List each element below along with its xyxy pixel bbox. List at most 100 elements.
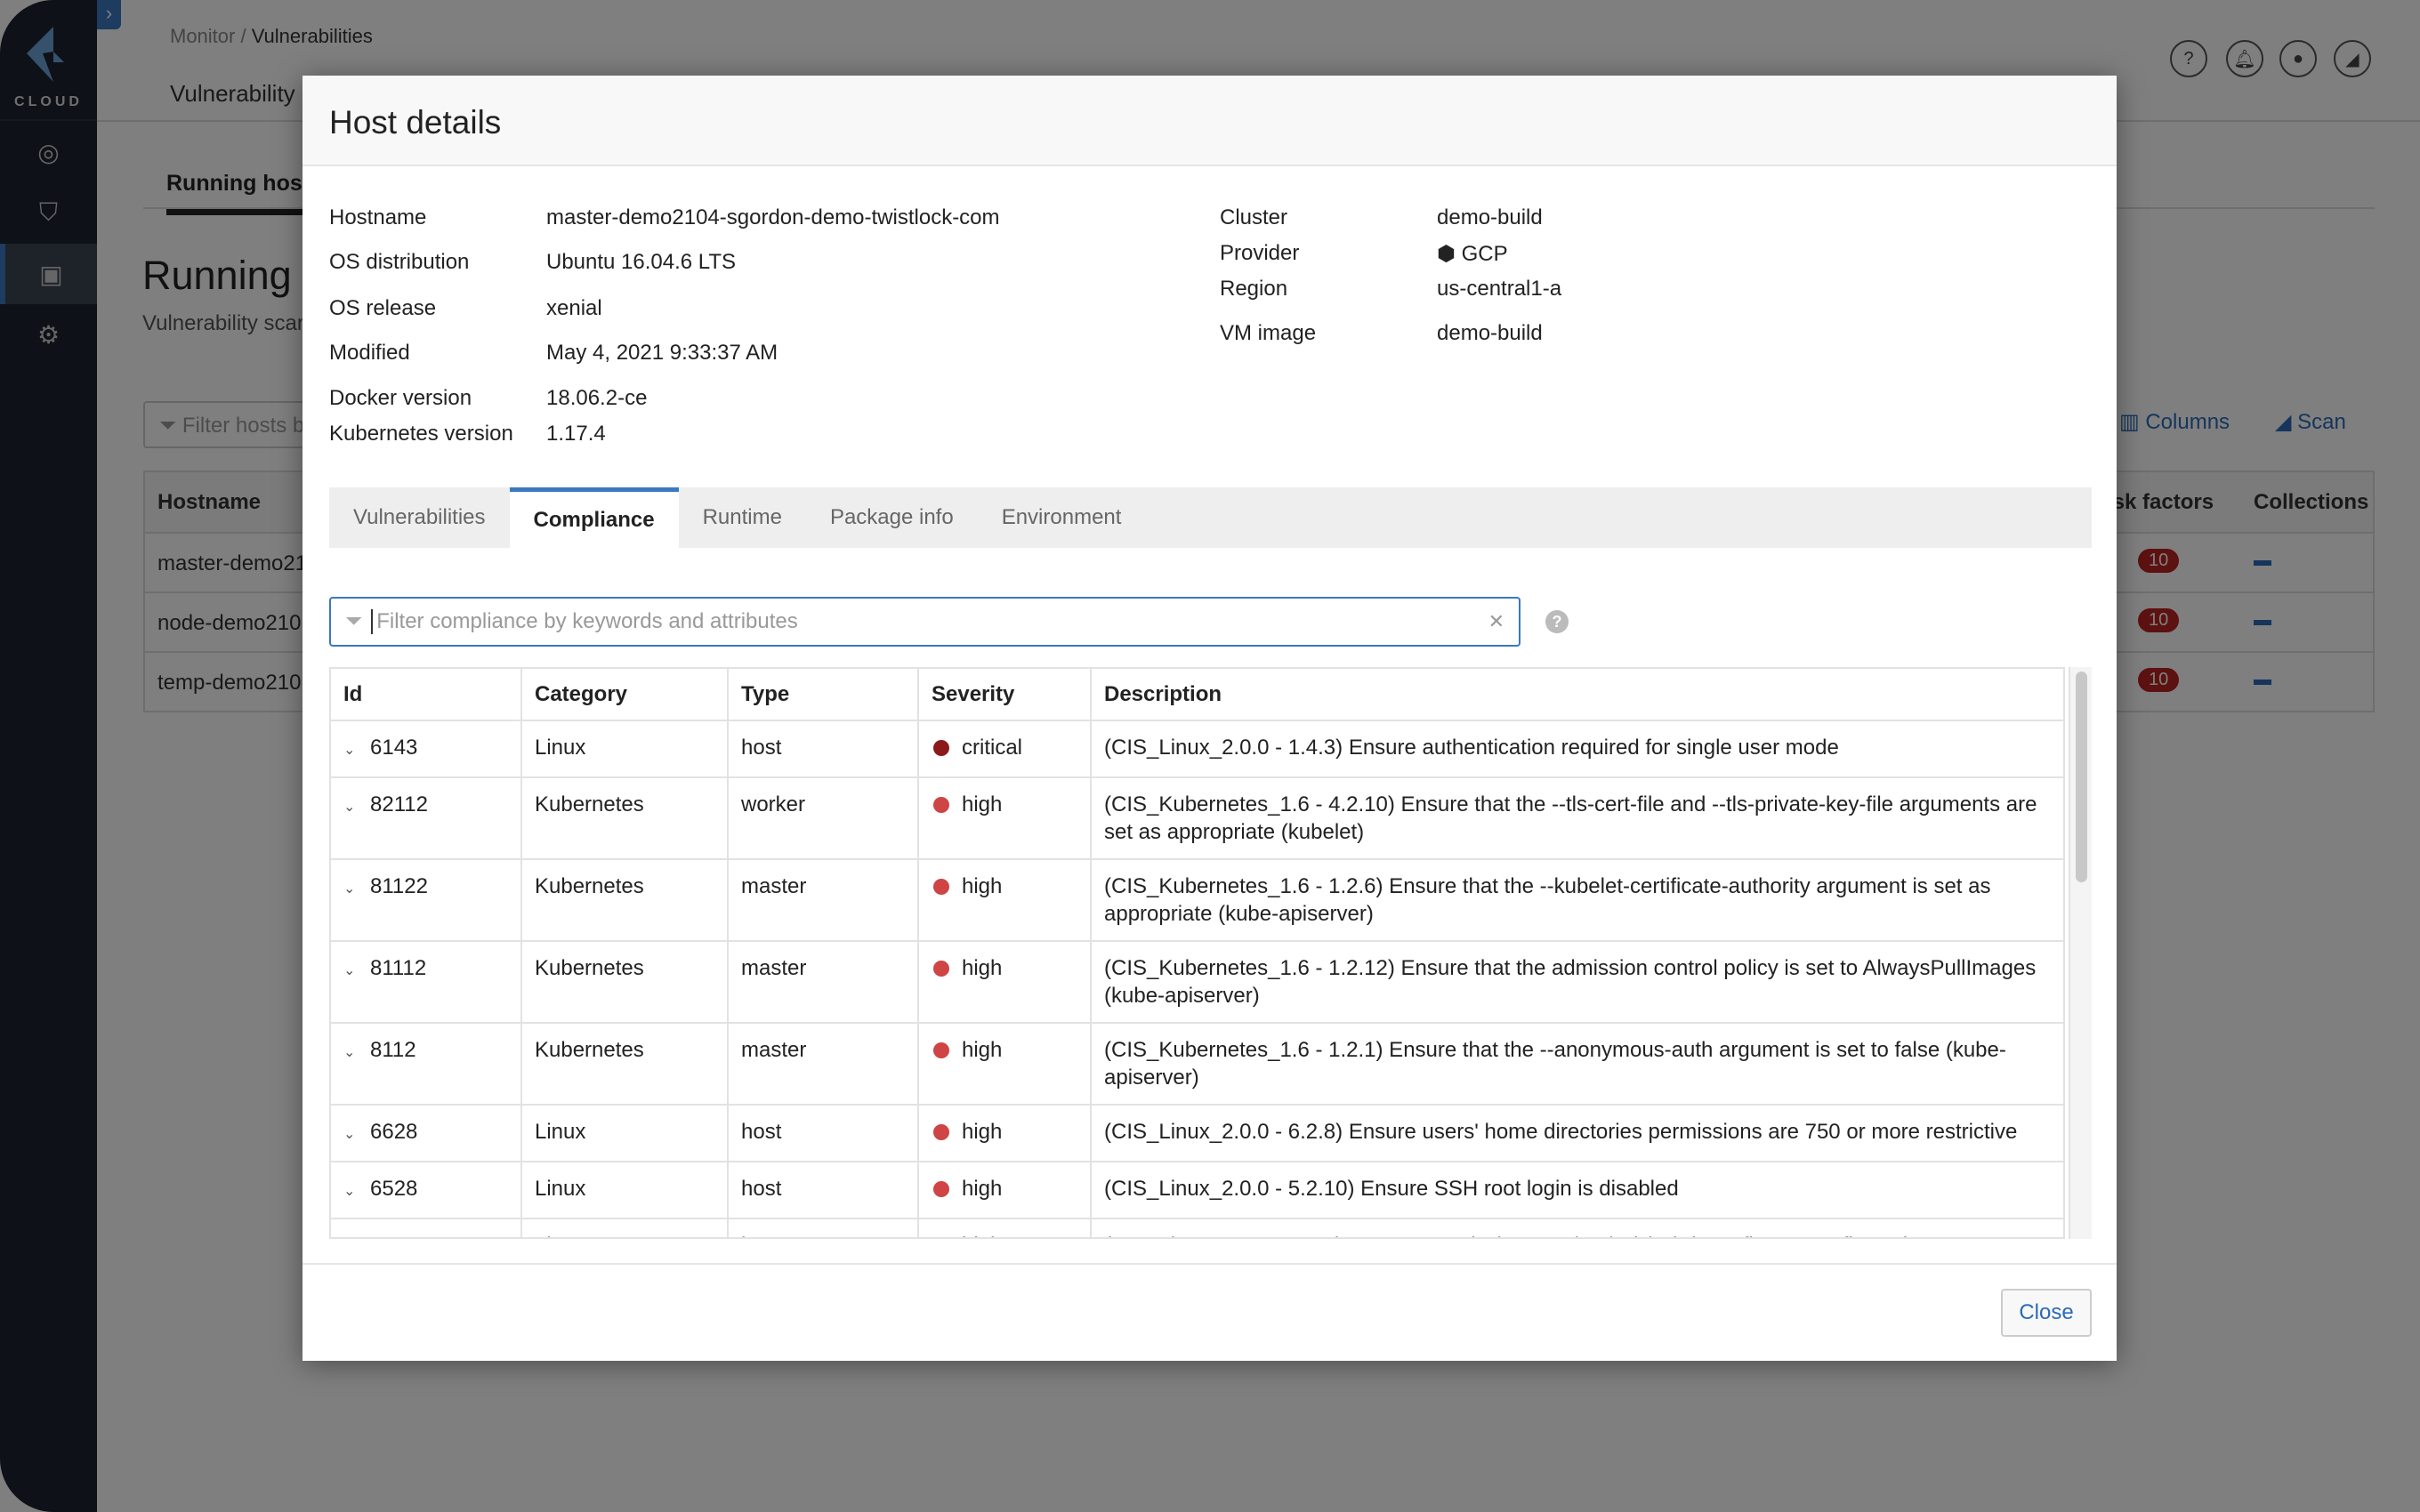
gcp-icon: ⬢ (1437, 242, 1462, 266)
detail-label: Hostname (329, 205, 427, 229)
detail-value: us-central1-a (1437, 277, 1561, 302)
id-cell: ⌄ 8112 (331, 1024, 522, 1104)
table-row[interactable]: ⌄ 6628 Linux host high (CIS_Linux_2.0.0 - 6.2… (331, 1106, 2063, 1162)
col-description[interactable]: Description (1092, 669, 2063, 720)
category-cell: Kubernetes (522, 1024, 729, 1104)
severity-label: high (962, 1234, 1002, 1237)
close-button[interactable]: Close (2001, 1289, 2092, 1337)
type-cell: host (729, 1162, 919, 1218)
category-cell: Linux (522, 1219, 729, 1237)
detail-label: OS distribution (329, 250, 470, 274)
chevron-down-icon[interactable]: ⌄ (343, 1039, 370, 1066)
chevron-down-icon[interactable]: ⌄ (343, 1178, 370, 1205)
clear-icon[interactable]: ✕ (1488, 610, 1504, 633)
type-cell: master (729, 860, 919, 940)
detail-value-text: GCP (1461, 242, 1508, 266)
filter-icon: ⏷ (345, 609, 363, 633)
table-row[interactable]: ⌄ 8112 Kubernetes master high (CIS_Kubernetes… (331, 1024, 2063, 1106)
col-severity[interactable]: Severity (919, 669, 1092, 720)
compliance-search-input[interactable] (371, 609, 1488, 634)
table-row[interactable]: ⌄ 6143 Linux host critical (CIS_Linux_2.0.0 -… (331, 721, 2063, 778)
detail-label: Modified (329, 341, 410, 365)
detail-value: May 4, 2021 9:33:37 AM (546, 341, 778, 365)
compliance-search[interactable]: ⏷ ✕ (329, 597, 1521, 647)
detail-value-text: demo-build (1437, 205, 1543, 229)
rule-id: 81112 (370, 956, 427, 980)
severity-cell: high (919, 778, 1092, 858)
severity-cell: high (919, 1162, 1092, 1218)
type-cell: worker (729, 778, 919, 858)
category-cell: Kubernetes (522, 942, 729, 1022)
id-cell: ⌄ 6628 (331, 1106, 522, 1161)
severity-dot-icon (933, 1124, 949, 1140)
detail-value: 1.17.4 (546, 422, 606, 446)
rule-id: 6528 (370, 1177, 418, 1201)
type-cell: host (729, 721, 919, 776)
tab-compliance[interactable]: Compliance (509, 487, 679, 548)
rule-id: 6521 (370, 1234, 417, 1237)
detail-tabs: Vulnerabilities Compliance Runtime Package … (329, 487, 2092, 548)
id-cell: ⌄ 6143 (331, 721, 522, 776)
id-cell: ⌄ 81122 (331, 860, 522, 940)
table-header: Id Category Type Severity Description (331, 669, 2063, 721)
chevron-down-icon[interactable]: ⌄ (343, 1121, 370, 1148)
detail-value: demo-build (1437, 205, 1543, 230)
detail-label: Kubernetes version (329, 422, 513, 446)
description-cell: (CIS_Kubernetes_1.6 - 1.2.1) Ensure that… (1104, 1038, 2006, 1090)
table-row[interactable]: ⌄ 81112 Kubernetes master high (CIS_Kubernete… (331, 942, 2063, 1024)
modal-title: Host details (329, 104, 502, 141)
description-cell: (CIS_Linux_2.0.0 - 6.2.8) Ensure users' … (1104, 1120, 2018, 1144)
tab-vulnerabilities[interactable]: Vulnerabilities (329, 487, 510, 548)
severity-label: high (962, 956, 1003, 980)
severity-cell: high (919, 860, 1092, 940)
host-details-modal: Host details Hostname master-demo2104-sgo… (302, 76, 2117, 1361)
help-icon[interactable]: ? (1545, 610, 1569, 633)
severity-dot-icon (933, 1238, 949, 1239)
severity-dot-icon (933, 961, 949, 977)
chevron-down-icon[interactable]: ⌄ (343, 957, 370, 985)
detail-label: Cluster (1220, 205, 1288, 229)
tab-environment[interactable]: Environment (978, 487, 1146, 548)
severity-label: high (962, 1177, 1003, 1201)
detail-label: OS release (329, 296, 437, 320)
tab-runtime[interactable]: Runtime (679, 487, 806, 548)
description-cell: (CIS_Linux_2.0.0 - 5.2.10) Ensure SSH ro… (1104, 1177, 1679, 1201)
description-cell: (CIS_Kubernetes_1.6 - 4.2.10) Ensure tha… (1104, 792, 2037, 844)
table-row[interactable]: ⌄6521Linuxhosthigh(CIS_Linux_2.0.0 - 5.2… (331, 1219, 2063, 1239)
type-cell: master (729, 1024, 919, 1104)
chevron-down-icon[interactable]: ⌄ (343, 736, 370, 764)
type-cell: host (729, 1219, 919, 1237)
id-cell: ⌄ 81112 (331, 942, 522, 1022)
detail-value-text: us-central1-a (1437, 277, 1562, 301)
category-cell: Kubernetes (522, 778, 729, 858)
tab-package-info[interactable]: Package info (806, 487, 978, 548)
severity-cell: high (919, 1219, 1092, 1239)
col-category[interactable]: Category (522, 669, 729, 720)
severity-dot-icon (933, 797, 949, 813)
chevron-down-icon[interactable]: ⌄ (343, 1235, 370, 1237)
type-cell: master (729, 942, 919, 1022)
detail-label: Docker version (329, 386, 472, 410)
col-type[interactable]: Type (729, 669, 919, 720)
severity-label: critical (962, 736, 1023, 760)
table-row[interactable]: ⌄ 82112 Kubernetes worker high (CIS_Kubernete… (331, 778, 2063, 860)
severity-label: high (962, 792, 1003, 816)
detail-value: demo-build (1437, 321, 1543, 346)
table-row[interactable]: ⌄ 81122 Kubernetes master high (CIS_Kubernete… (331, 860, 2063, 942)
detail-value: xenial (546, 296, 602, 320)
detail-label: Region (1220, 277, 1288, 301)
scrollbar-thumb[interactable] (2076, 672, 2087, 882)
severity-cell: high (919, 942, 1092, 1022)
description-cell: (CIS_Kubernetes_1.6 - 1.2.6) Ensure that… (1104, 874, 1991, 926)
severity-label: high (962, 1038, 1003, 1062)
description-cell: (CIS_Kubernetes_1.6 - 1.2.12) Ensure tha… (1104, 956, 2037, 1008)
chevron-down-icon[interactable]: ⌄ (343, 875, 370, 903)
chevron-down-icon[interactable]: ⌄ (343, 793, 370, 821)
col-id[interactable]: Id (331, 669, 522, 720)
rule-id: 8112 (370, 1038, 416, 1062)
type-cell: host (729, 1106, 919, 1161)
scrollbar[interactable] (2069, 667, 2092, 1239)
compliance-table: Id Category Type Severity Description ⌄ 6… (329, 667, 2065, 1239)
detail-value: 18.06.2-ce (546, 386, 648, 410)
table-row[interactable]: ⌄ 6528 Linux host high (CIS_Linux_2.0.0 - 5.2… (331, 1162, 2063, 1219)
